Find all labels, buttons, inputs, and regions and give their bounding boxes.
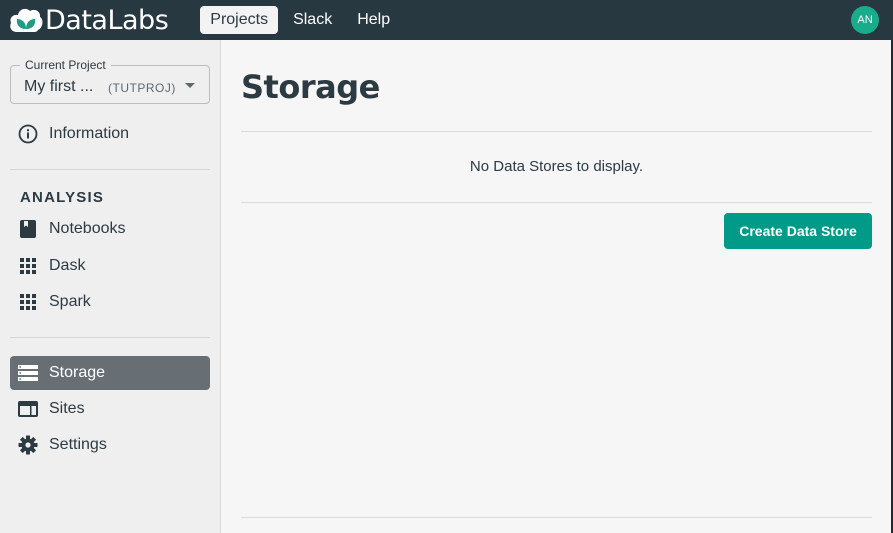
nav-help[interactable]: Help bbox=[347, 6, 400, 34]
sidebar-item-notebooks[interactable]: Notebooks bbox=[10, 212, 210, 246]
sidebar-item-spark[interactable]: Spark bbox=[10, 285, 210, 319]
top-bar: DataLabs Projects Slack Help AN bbox=[0, 0, 893, 40]
sidebar-item-label: Dask bbox=[49, 257, 86, 274]
divider bbox=[10, 337, 210, 338]
datalabs-logo[interactable]: DataLabs bbox=[9, 0, 169, 40]
user-avatar[interactable]: AN bbox=[851, 6, 879, 34]
info-icon bbox=[17, 123, 39, 145]
sidebar-item-label: Spark bbox=[49, 293, 91, 310]
chevron-down-icon bbox=[185, 83, 195, 88]
sites-icon bbox=[17, 398, 39, 420]
sidebar-item-dask[interactable]: Dask bbox=[10, 249, 210, 283]
current-project-value: My first ... bbox=[24, 78, 94, 95]
current-project-label: Current Project bbox=[20, 58, 111, 72]
cloud-leaf-icon bbox=[10, 8, 43, 32]
sidebar-item-label: Sites bbox=[49, 400, 85, 417]
empty-state-message: No Data Stores to display. bbox=[469, 158, 644, 175]
sidebar: Current Project My first ... (TUTPROJ) I… bbox=[0, 40, 221, 533]
divider bbox=[241, 131, 872, 132]
grid-icon bbox=[17, 291, 39, 313]
section-title-analysis: ANALYSIS bbox=[20, 189, 105, 206]
sidebar-item-sites[interactable]: Sites bbox=[10, 392, 210, 426]
sidebar-item-storage[interactable]: Storage bbox=[10, 356, 210, 390]
top-nav: Projects Slack Help bbox=[200, 6, 405, 34]
divider bbox=[241, 202, 872, 203]
sidebar-item-label: Information bbox=[49, 125, 130, 142]
brand-name: DataLabs bbox=[45, 4, 169, 36]
gear-icon bbox=[17, 434, 39, 456]
nav-projects[interactable]: Projects bbox=[200, 6, 279, 34]
sidebar-item-settings[interactable]: Settings bbox=[10, 428, 210, 462]
sidebar-item-label: Notebooks bbox=[49, 220, 126, 237]
grid-icon bbox=[17, 255, 39, 277]
sidebar-item-label: Settings bbox=[49, 436, 107, 453]
sidebar-item-label: Storage bbox=[49, 364, 106, 381]
footer-divider bbox=[241, 517, 872, 518]
create-data-store-button[interactable]: Create Data Store bbox=[724, 213, 872, 249]
current-project-select[interactable]: Current Project My first ... (TUTPROJ) bbox=[10, 58, 210, 104]
page-title: Storage bbox=[241, 68, 380, 106]
divider bbox=[10, 169, 210, 170]
current-project-code: (TUTPROJ) bbox=[108, 81, 176, 95]
notebook-icon bbox=[17, 218, 39, 240]
sidebar-item-information[interactable]: Information bbox=[10, 117, 210, 151]
storage-icon bbox=[17, 362, 39, 384]
main-content: Storage No Data Stores to display. Creat… bbox=[221, 40, 891, 533]
nav-slack[interactable]: Slack bbox=[283, 6, 342, 34]
